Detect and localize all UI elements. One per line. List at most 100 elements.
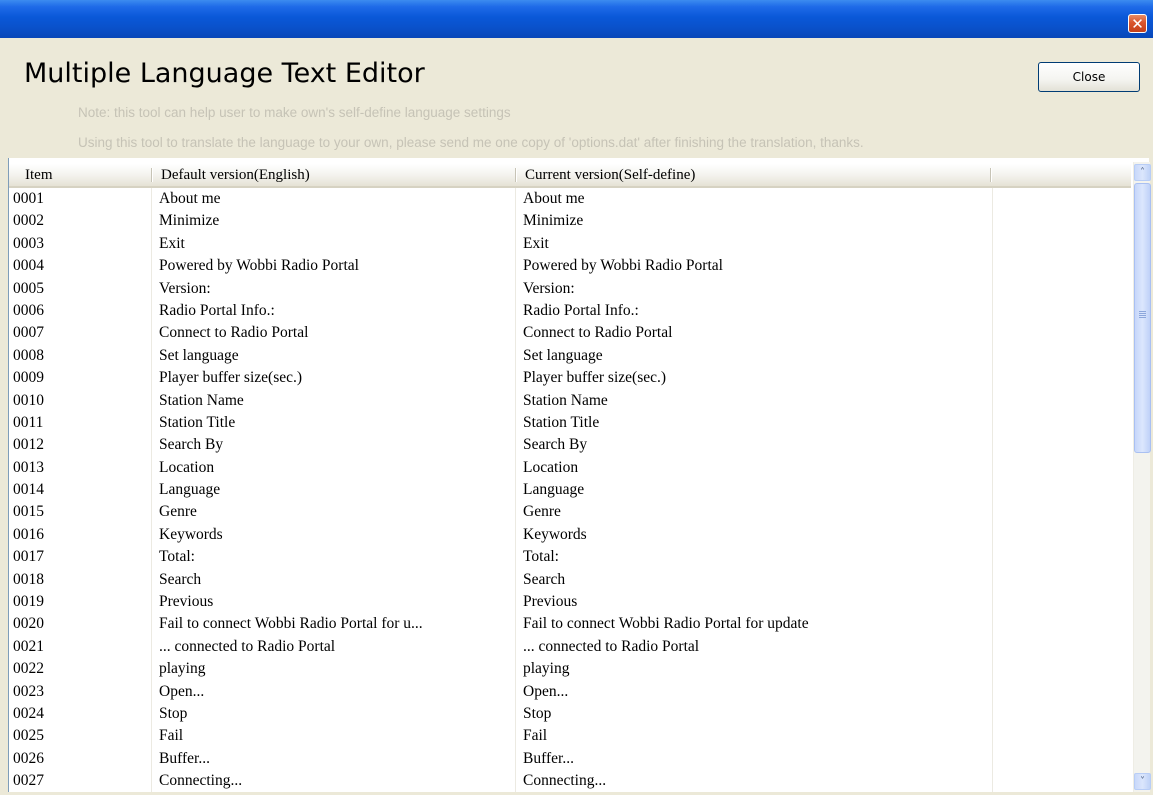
cell-current[interactable]: Version: [523, 278, 983, 300]
table-row[interactable]: 0008 Set language Set language [9, 345, 1131, 367]
close-button[interactable]: Close [1038, 62, 1140, 92]
cell-current[interactable]: Minimize [523, 210, 983, 232]
cell-item[interactable]: 0026 [13, 748, 141, 770]
cell-current[interactable]: Fail to connect Wobbi Radio Portal for u… [523, 613, 983, 635]
table-row[interactable]: 0001 About me About me [9, 188, 1131, 210]
cell-default[interactable]: Connecting... [159, 770, 515, 792]
cell-current[interactable]: Search By [523, 434, 983, 456]
cell-default[interactable]: Buffer... [159, 748, 515, 770]
table-row[interactable]: 0015 Genre Genre [9, 501, 1131, 523]
cell-item[interactable]: 0006 [13, 300, 141, 322]
scroll-down-icon[interactable]: ˅ [1134, 773, 1151, 790]
cell-current[interactable]: Radio Portal Info.: [523, 300, 983, 322]
table-row[interactable]: 0012 Search By Search By [9, 434, 1131, 456]
table-row[interactable]: 0022 playing playing [9, 658, 1131, 680]
table-row[interactable]: 0013 Location Location [9, 457, 1131, 479]
column-divider[interactable] [151, 168, 153, 182]
cell-default[interactable]: About me [159, 188, 515, 210]
column-divider[interactable] [515, 168, 517, 182]
cell-item[interactable]: 0019 [13, 591, 141, 613]
cell-default[interactable]: Radio Portal Info.: [159, 300, 515, 322]
cell-item[interactable]: 0003 [13, 233, 141, 255]
cell-current[interactable]: Total: [523, 546, 983, 568]
cell-item[interactable]: 0023 [13, 681, 141, 703]
table-row[interactable]: 0018 Search Search [9, 569, 1131, 591]
cell-default[interactable]: Connect to Radio Portal [159, 322, 515, 344]
cell-item[interactable]: 0012 [13, 434, 141, 456]
cell-default[interactable]: Stop [159, 703, 515, 725]
table-row[interactable]: 0016 Keywords Keywords [9, 524, 1131, 546]
cell-default[interactable]: Language [159, 479, 515, 501]
cell-default[interactable]: Previous [159, 591, 515, 613]
cell-item[interactable]: 0009 [13, 367, 141, 389]
cell-current[interactable]: Powered by Wobbi Radio Portal [523, 255, 983, 277]
cell-default[interactable]: Genre [159, 501, 515, 523]
cell-default[interactable]: Powered by Wobbi Radio Portal [159, 255, 515, 277]
table-row[interactable]: 0014 Language Language [9, 479, 1131, 501]
cell-current[interactable]: Keywords [523, 524, 983, 546]
cell-default[interactable]: ... connected to Radio Portal [159, 636, 515, 658]
table-row[interactable]: 0010 Station Name Station Name [9, 390, 1131, 412]
cell-item[interactable]: 0021 [13, 636, 141, 658]
table-row[interactable]: 0021 ... connected to Radio Portal ... con… [9, 636, 1131, 658]
cell-item[interactable]: 0018 [13, 569, 141, 591]
column-divider[interactable] [990, 168, 992, 182]
scroll-up-icon[interactable]: ˄ [1134, 164, 1151, 181]
table-row[interactable]: 0011 Station Title Station Title [9, 412, 1131, 434]
table-row[interactable]: 0020 Fail to connect Wobbi Radio Portal f… [9, 613, 1131, 635]
cell-current[interactable]: Location [523, 457, 983, 479]
table-row[interactable]: 0009 Player buffer size(sec.) Player buffe… [9, 367, 1131, 389]
cell-current[interactable]: Language [523, 479, 983, 501]
cell-current[interactable]: About me [523, 188, 983, 210]
cell-default[interactable]: Exit [159, 233, 515, 255]
table-row[interactable]: 0007 Connect to Radio Portal Connect to Ra… [9, 322, 1131, 344]
cell-current[interactable]: Genre [523, 501, 983, 523]
cell-item[interactable]: 0022 [13, 658, 141, 680]
cell-current[interactable]: Buffer... [523, 748, 983, 770]
cell-default[interactable]: Open... [159, 681, 515, 703]
table-row[interactable]: 0003 Exit Exit [9, 233, 1131, 255]
cell-default[interactable]: Search By [159, 434, 515, 456]
table-row[interactable]: 0017 Total: Total: [9, 546, 1131, 568]
cell-default[interactable]: Station Name [159, 390, 515, 412]
column-header-default[interactable]: Default version(English) [161, 164, 310, 186]
cell-current[interactable]: Connecting... [523, 770, 983, 792]
cell-current[interactable]: Search [523, 569, 983, 591]
cell-current[interactable]: Set language [523, 345, 983, 367]
table-row[interactable]: 0024 Stop Stop [9, 703, 1131, 725]
cell-item[interactable]: 0002 [13, 210, 141, 232]
cell-current[interactable]: Exit [523, 233, 983, 255]
table-row[interactable]: 0019 Previous Previous [9, 591, 1131, 613]
cell-item[interactable]: 0014 [13, 479, 141, 501]
cell-default[interactable]: Search [159, 569, 515, 591]
cell-item[interactable]: 0005 [13, 278, 141, 300]
cell-item[interactable]: 0008 [13, 345, 141, 367]
cell-item[interactable]: 0025 [13, 725, 141, 747]
cell-current[interactable]: Previous [523, 591, 983, 613]
cell-item[interactable]: 0020 [13, 613, 141, 635]
cell-current[interactable]: Connect to Radio Portal [523, 322, 983, 344]
cell-current[interactable]: Fail [523, 725, 983, 747]
cell-item[interactable]: 0016 [13, 524, 141, 546]
cell-default[interactable]: Minimize [159, 210, 515, 232]
cell-default[interactable]: playing [159, 658, 515, 680]
cell-current[interactable]: Stop [523, 703, 983, 725]
cell-default[interactable]: Location [159, 457, 515, 479]
table-row[interactable]: 0005 Version: Version: [9, 278, 1131, 300]
cell-current[interactable]: Station Title [523, 412, 983, 434]
cell-item[interactable]: 0010 [13, 390, 141, 412]
table-row[interactable]: 0026 Buffer... Buffer... [9, 748, 1131, 770]
cell-default[interactable]: Fail to connect Wobbi Radio Portal for u… [159, 613, 515, 635]
column-header-current[interactable]: Current version(Self-define) [525, 164, 695, 186]
scrollbar-thumb[interactable] [1134, 183, 1151, 453]
cell-default[interactable]: Player buffer size(sec.) [159, 367, 515, 389]
table-row[interactable]: 0023 Open... Open... [9, 681, 1131, 703]
vertical-scrollbar[interactable]: ˄ ˅ [1133, 162, 1151, 792]
cell-item[interactable]: 0001 [13, 188, 141, 210]
cell-item[interactable]: 0013 [13, 457, 141, 479]
cell-item[interactable]: 0024 [13, 703, 141, 725]
cell-item[interactable]: 0017 [13, 546, 141, 568]
cell-item[interactable]: 0011 [13, 412, 141, 434]
cell-default[interactable]: Version: [159, 278, 515, 300]
cell-default[interactable]: Set language [159, 345, 515, 367]
